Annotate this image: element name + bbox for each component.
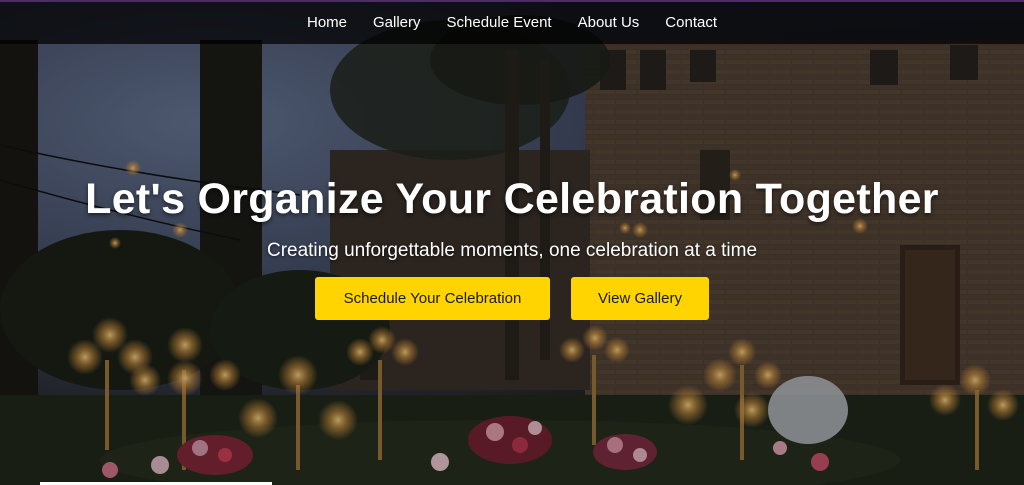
hero-buttons: Schedule Your Celebration View Gallery	[0, 277, 1024, 320]
nav-link-contact[interactable]: Contact	[652, 14, 730, 31]
hero-subtitle: Creating unforgettable moments, one cele…	[266, 240, 758, 261]
nav-link-home[interactable]: Home	[294, 14, 360, 31]
nav-link-gallery[interactable]: Gallery	[360, 14, 434, 31]
page: Home Gallery Schedule Event About Us Con…	[0, 0, 1024, 485]
hero-title: Let's Organize Your Celebration Together	[85, 175, 939, 223]
nav-link-schedule-event[interactable]: Schedule Event	[434, 14, 565, 31]
view-gallery-button[interactable]: View Gallery	[571, 277, 709, 320]
top-navbar: Home Gallery Schedule Event About Us Con…	[0, 0, 1024, 44]
schedule-celebration-button[interactable]: Schedule Your Celebration	[315, 277, 550, 320]
nav-link-about-us[interactable]: About Us	[565, 14, 653, 31]
hero-section: Let's Organize Your Celebration Together…	[0, 175, 1024, 320]
nav-links: Home Gallery Schedule Event About Us Con…	[294, 3, 730, 43]
